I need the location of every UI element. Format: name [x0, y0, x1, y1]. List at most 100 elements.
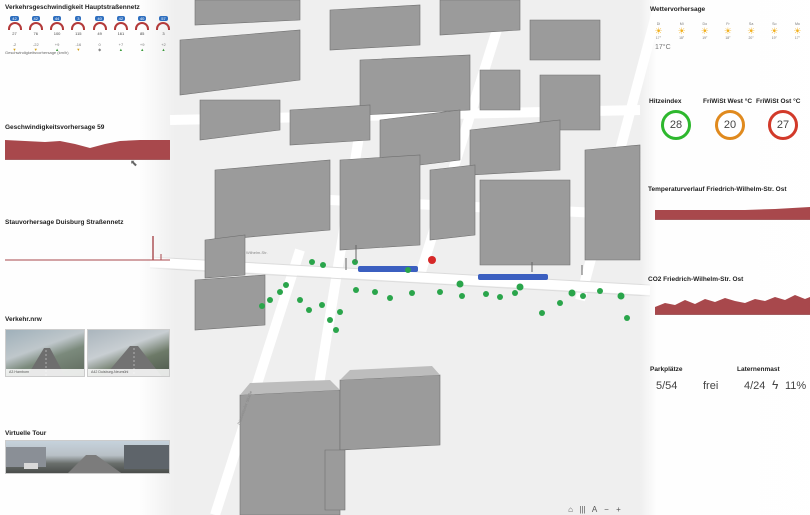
gauge-badge: 42 — [116, 16, 126, 21]
sun-icon: ☀ — [700, 26, 709, 36]
forecast-day: Sa ☀ 20° — [743, 22, 760, 40]
ring-indicator: 20 — [715, 110, 745, 140]
speed-gauge[interactable]: 42 161 +7 ▲ — [111, 16, 130, 52]
co2-chart-title: CO2 Friedrich-Wilhelm-Str. Ost — [648, 276, 744, 283]
co2-chart — [655, 295, 810, 315]
gauge-badge: 42 — [31, 16, 40, 21]
traffic-camera-1[interactable]: A3 Hamborn — [5, 329, 85, 377]
gauge-dial — [135, 22, 150, 30]
parking-status: frei — [703, 380, 719, 392]
gauge-value: 49 — [97, 31, 102, 36]
ring-indicator: 28 — [661, 110, 691, 140]
sun-icon: ☀ — [770, 26, 779, 36]
gauge-value: 76 — [33, 31, 38, 36]
lamp-percent: 11% — [785, 380, 807, 392]
gauge-dial — [7, 22, 22, 30]
weather-title: Wettervorhersage — [650, 6, 706, 13]
gauge-dial — [71, 22, 86, 30]
forecast-temp: 19° — [702, 36, 708, 40]
forecast-temp: 18° — [725, 36, 731, 40]
forecast-temp: 18° — [679, 36, 685, 40]
trend-arrow-icon: ▲ — [161, 47, 166, 52]
stau-title: Stauvorhersage Duisburg Straßennetz — [5, 219, 124, 226]
stau-chart — [5, 236, 170, 261]
speed-gauge[interactable]: 57 3 +2 ▲ — [154, 16, 173, 52]
forecast-temp: 20° — [748, 36, 754, 40]
speed-gauge[interactable]: 40 49 0 ◆ — [90, 16, 109, 52]
forecast-day: Di ☀ 17° — [650, 22, 667, 40]
parking-value: 5/54 — [656, 380, 678, 392]
virtual-tour-image[interactable] — [5, 440, 170, 474]
gauge-dial — [28, 22, 43, 30]
layers-icon[interactable]: ||| — [578, 505, 587, 514]
speed-gauge[interactable]: 40 85 +9 ▲ — [133, 16, 152, 52]
forecast-day: Fr ☀ 18° — [719, 22, 736, 40]
gauge-value: 100 — [53, 31, 61, 36]
street-label-wilhelm: Wilhelm-Str. — [246, 250, 268, 255]
gauge-dial — [92, 22, 107, 30]
gauge-value: 85 — [139, 31, 145, 36]
ring-label: FriWiSt West °C — [703, 98, 753, 105]
speed-gauges: 42 27 -2 ▼ 42 76 -22 ▼ 44 100 +9 ▲ 3 115 -16 ▼ 40 49 0 ◆ 42 1… — [5, 16, 173, 52]
gauge-value: 115 — [75, 31, 82, 36]
forecast-day: Mi ☀ 18° — [673, 22, 690, 40]
gauge-dial — [156, 22, 171, 30]
speed-gauge[interactable]: 3 115 -16 ▼ — [69, 16, 88, 52]
trend-arrow-icon: ▲ — [118, 47, 123, 52]
ring-label: Hitzeindex — [649, 98, 682, 105]
speed-widget-title: Verkehrsgeschwindigkeit Hauptstraßennetz — [5, 4, 140, 11]
forecast59-chart — [5, 140, 170, 160]
gauge-badge: 57 — [159, 16, 168, 21]
temp-chart-title: Temperaturverlauf Friedrich-Wilhelm-Str.… — [648, 186, 787, 193]
right-panel: Wettervorhersage — [640, 0, 810, 515]
left-panel: Verkehrsgeschwindigkeit Hauptstraßennetz… — [0, 0, 175, 515]
gauge-badge: 3 — [75, 16, 82, 21]
gauge-dial — [113, 22, 128, 30]
gauge-badge: 40 — [95, 16, 104, 21]
trend-arrow-icon: ▲ — [140, 47, 145, 52]
speed-gauge[interactable]: 44 100 +9 ▲ — [48, 16, 67, 52]
weather-today-temp: 17°C — [655, 44, 671, 51]
sun-icon: ☀ — [723, 26, 732, 36]
trend-arrow-icon: ▼ — [76, 47, 81, 52]
gauge-value: 3 — [162, 31, 165, 36]
gauge-dial — [50, 22, 65, 30]
traffic-camera-2[interactable]: A42 Duisburg-Neumühl — [87, 329, 170, 377]
zoom-out-button[interactable]: − — [602, 505, 611, 514]
gauge-badge: 42 — [10, 16, 19, 21]
lamp-value: 4/24 — [744, 380, 766, 392]
ring-indicator: 27 — [768, 110, 798, 140]
gauge-badge: 44 — [52, 16, 62, 21]
gauge-badge: 40 — [137, 16, 147, 21]
gauge-value: 161 — [117, 31, 125, 36]
forecast-day: Do ☀ 19° — [696, 22, 713, 40]
sun-icon: ☀ — [654, 26, 663, 36]
camera-2-caption: A42 Duisburg-Neumühl — [88, 369, 169, 376]
trend-arrow-icon: ◆ — [98, 47, 102, 52]
speed-gauge[interactable]: 42 76 -22 ▼ — [26, 16, 45, 52]
forecast-day: So ☀ 19° — [766, 22, 783, 40]
zoom-in-button[interactable]: + — [614, 505, 623, 514]
home-icon[interactable]: ⌂ — [566, 505, 575, 514]
speed-subtitle: Geschwindigkeitsvorhersage (km/h) — [5, 50, 69, 55]
lightning-icon: ϟ — [772, 378, 779, 392]
speed-gauge[interactable]: 42 27 -2 ▼ — [5, 16, 24, 52]
text-icon[interactable]: A — [590, 505, 599, 514]
sun-icon: ☀ — [747, 26, 756, 36]
weather-forecast: Di ☀ 17° Mi ☀ 18° Do ☀ 19° Fr ☀ 18° Sa ☀ 20° So ☀ 19° Mo ☀ 1… — [650, 22, 806, 40]
forecast-temp: 17° — [655, 36, 662, 40]
gauge-value: 27 — [12, 31, 17, 36]
camera-1-caption: A3 Hamborn — [6, 369, 84, 376]
parking-label: Parkplätze — [650, 366, 683, 373]
map-controls: ⌂ ||| A − + — [566, 505, 623, 514]
tour-title: Virtuelle Tour — [5, 430, 47, 437]
mouse-cursor-icon: ⬉ — [130, 158, 138, 168]
ring-label: FriWiSt Ost °C — [756, 98, 801, 105]
forecast-day: Mo ☀ 17° — [789, 22, 806, 40]
sun-icon: ☀ — [793, 26, 802, 36]
sun-icon: ☀ — [677, 26, 686, 36]
lamp-label: Laternenmast — [737, 366, 780, 373]
forecast-temp: 19° — [771, 36, 777, 40]
forecast59-title: Geschwindigkeitsvorhersage 59 — [5, 124, 105, 131]
forecast-temp: 17° — [794, 36, 800, 40]
